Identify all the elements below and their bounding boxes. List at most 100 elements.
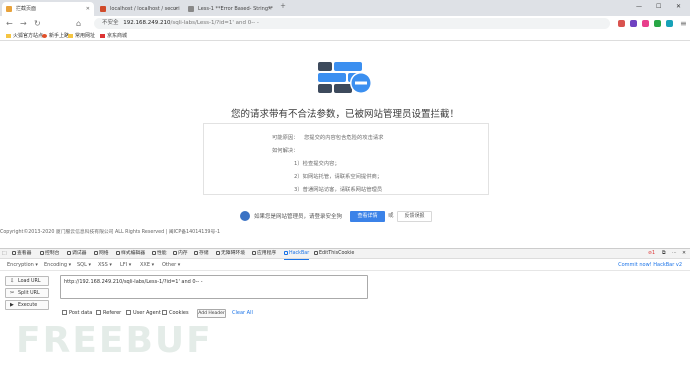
menu-encoding[interactable]: Encoding ▾	[44, 260, 71, 271]
menu-icon[interactable]: ≡	[680, 18, 687, 29]
insecure-label[interactable]: 不安全	[102, 20, 119, 26]
home-icon[interactable]: ⌂	[76, 18, 81, 29]
reason-text: 您提交的内容包含危险的攻击请求	[304, 135, 384, 141]
cookies-checkbox[interactable]: Cookies	[162, 310, 189, 317]
view-details-button[interactable]: 查看详情	[350, 211, 385, 222]
tab-memory[interactable]: 内存	[173, 249, 188, 259]
tab-debugger[interactable]: 调试器	[67, 249, 86, 259]
close-tab-icon[interactable]: ✕	[174, 2, 178, 16]
new-tab-icon[interactable]: ＋	[280, 0, 286, 14]
folder-icon	[6, 33, 11, 38]
tab-label: 调试器	[72, 251, 87, 256]
more-icon[interactable]: ⋯	[672, 249, 677, 259]
extension-icon[interactable]	[654, 20, 661, 27]
bookmark-item[interactable]: 常用网址	[68, 31, 95, 41]
menu-xss[interactable]: XSS ▾	[98, 260, 112, 271]
browser-tab-block-page[interactable]: 拦截页面 ✕	[2, 2, 94, 16]
tab-label: 性能	[157, 251, 167, 256]
tab-editthiscookie[interactable]: EditThisCookie	[314, 249, 354, 259]
tab-performance[interactable]: 性能	[152, 249, 167, 259]
bookmark-label: 京东商城	[107, 33, 128, 39]
menu-lfi[interactable]: LFI ▾	[120, 260, 131, 271]
howto-step: 1）检查提交内容；	[294, 161, 340, 167]
tab-inspector[interactable]: 查看器	[12, 249, 31, 259]
maximize-icon[interactable]: ☐	[656, 0, 661, 14]
block-page-title: 您的请求带有不合法参数，已被网站管理员设置拦截！	[230, 109, 459, 120]
post-data-checkbox[interactable]: Post data	[62, 310, 92, 317]
tab-network[interactable]: 网络	[94, 249, 109, 259]
extension-icon[interactable]	[642, 20, 649, 27]
tab-label: 无障碍环境	[221, 251, 245, 256]
hackbar-url-input[interactable]: http://192.168.249.210/sqli-labs/Less-1/…	[60, 275, 368, 299]
extension-icon[interactable]	[618, 20, 625, 27]
browser-tab-phpmyadmin[interactable]: localhost / localhost / securi ✕	[96, 2, 182, 16]
inspector-pick-icon[interactable]: ⬚	[2, 249, 7, 259]
menu-xxe[interactable]: XXE ▾	[140, 260, 154, 271]
close-tab-icon[interactable]: ✕	[86, 2, 90, 16]
reason-box: 可能原因： 您提交的内容包含危险的攻击请求 如何解决： 1）检查提交内容； 2）…	[203, 123, 489, 195]
execute-button[interactable]: ▶ Execute	[5, 300, 49, 310]
bookmark-item[interactable]: 火狐官方站点	[6, 31, 43, 41]
user-agent-checkbox[interactable]: User Agent	[126, 310, 161, 317]
load-url-button[interactable]: ⇩ Load URL	[5, 276, 49, 286]
tab-bar: 拦截页面 ✕ localhost / localhost / securi ✕ …	[0, 0, 690, 16]
hackbar-promo-link[interactable]: Commit now! HackBar v2	[618, 260, 682, 271]
browser-tab-less1[interactable]: Less-1 **Error Based- String** ✕	[184, 2, 276, 16]
jd-icon	[100, 33, 105, 38]
forward-icon[interactable]: →	[20, 18, 27, 29]
address-bar[interactable]: 不安全 192.168.249.210/sqli-labs/Less-1/?id…	[94, 18, 610, 29]
url-path: /sqli-labs/Less-1/?id=1' and 0-- -	[170, 20, 259, 26]
tab-label: 控制台	[45, 251, 60, 256]
tab-console[interactable]: 控制台	[40, 249, 59, 259]
reload-icon[interactable]: ↻	[34, 18, 41, 29]
tab-style-editor[interactable]: 样式编辑器	[116, 249, 145, 259]
add-header-button[interactable]: Add Header	[197, 309, 226, 318]
split-url-button[interactable]: ✂ Split URL	[5, 288, 49, 298]
menu-other[interactable]: Other ▾	[162, 260, 180, 271]
load-icon: ⇩	[10, 278, 15, 284]
bookmark-label: 新手上路	[49, 33, 70, 39]
folder-icon	[68, 33, 73, 38]
minimize-icon[interactable]: —	[636, 0, 642, 14]
back-icon[interactable]: ←	[6, 18, 13, 29]
tab-title: 拦截页面	[16, 6, 37, 12]
error-count-badge[interactable]: ⊘1	[648, 249, 655, 259]
tab-label: 查看器	[17, 251, 32, 256]
bookmark-label: 常用网址	[75, 33, 96, 39]
bookmark-label: 火狐官方站点	[13, 33, 44, 39]
tab-accessibility[interactable]: 无障碍环境	[216, 249, 245, 259]
phpmyadmin-favicon-icon	[100, 6, 106, 12]
menu-sql[interactable]: SQL ▾	[77, 260, 91, 271]
close-devtools-icon[interactable]: ✕	[682, 249, 686, 259]
clear-all-link[interactable]: Clear All	[232, 310, 253, 317]
howto-step: 2）如网站托管，请联系空间提供商；	[294, 174, 383, 180]
menu-encryption[interactable]: Encryption ▾	[7, 260, 38, 271]
checkbox-label: User Agent	[133, 310, 161, 316]
tab-application[interactable]: 应用程序	[252, 249, 276, 259]
bookmark-item[interactable]: 新手上路	[42, 31, 69, 41]
url-host: 192.168.249.210	[123, 20, 171, 26]
dock-icon[interactable]: ⧉	[662, 249, 665, 259]
bookmark-item[interactable]: 京东商城	[100, 31, 127, 41]
hackbar-menu: Encryption ▾ Encoding ▾ SQL ▾ XSS ▾ LFI …	[0, 260, 690, 271]
referer-checkbox[interactable]: Referer	[96, 310, 121, 317]
howto-step: 3）普通网站访客，请联系网站管理员	[294, 187, 383, 193]
extension-icon[interactable]	[666, 20, 673, 27]
button-label: Execute	[18, 303, 38, 308]
tab-storage[interactable]: 存储	[194, 249, 209, 259]
contact-text: 如果您是网站管理员，请登录安全狗	[254, 214, 343, 220]
report-false-positive-button[interactable]: 反馈误报	[397, 211, 432, 222]
scissors-icon: ✂	[10, 290, 15, 296]
tab-label: 存储	[199, 251, 209, 256]
button-label: Split URL	[18, 291, 40, 296]
close-tab-icon[interactable]: ✕	[268, 2, 272, 16]
tab-hackbar[interactable]: HackBar	[284, 249, 310, 260]
checkbox-label: Cookies	[169, 310, 189, 316]
howto-label: 如何解决：	[272, 148, 299, 154]
extension-icon[interactable]	[630, 20, 637, 27]
tab-label: 样式编辑器	[121, 251, 145, 256]
play-icon: ▶	[10, 302, 14, 308]
tab-title: Less-1 **Error Based- String**	[198, 6, 273, 12]
shield-favicon-icon	[6, 6, 12, 12]
close-window-icon[interactable]: ✕	[676, 0, 681, 14]
